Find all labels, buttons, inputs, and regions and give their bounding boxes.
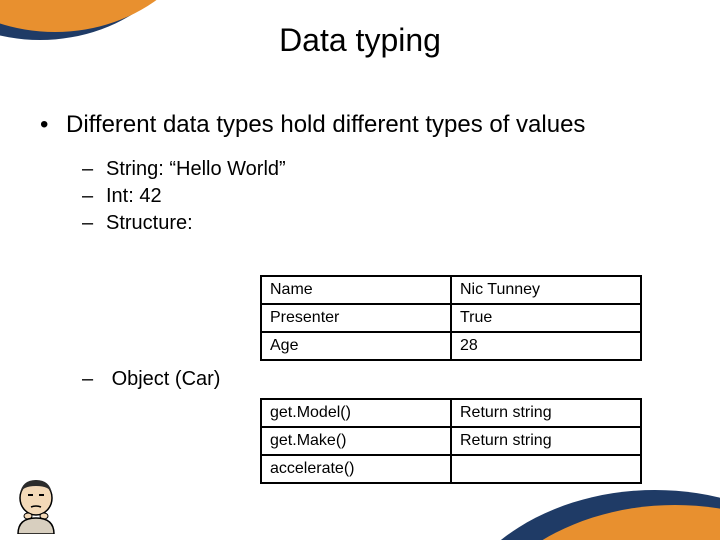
bullet-dot-icon: • xyxy=(40,110,66,140)
structure-table-wrap: Name Nic Tunney Presenter True Age 28 xyxy=(260,275,642,361)
cell: True xyxy=(451,304,641,332)
cell: accelerate() xyxy=(261,455,451,483)
bullet-level2: – Structure: xyxy=(82,210,680,237)
cell: Return string xyxy=(451,427,641,455)
slide-body: • Different data types hold different ty… xyxy=(40,110,680,237)
bullet-level2-object: – Object (Car) xyxy=(82,368,220,391)
table-row: get.Make() Return string xyxy=(261,427,641,455)
bullet-dash-icon: – xyxy=(82,183,106,210)
bullet-text: String: “Hello World” xyxy=(106,156,286,183)
bullet-text: Different data types hold different type… xyxy=(66,110,585,140)
bullet-text: Object (Car) xyxy=(112,368,221,390)
table-row: Name Nic Tunney xyxy=(261,276,641,304)
cell: Nic Tunney xyxy=(451,276,641,304)
bullet-dash-icon: – xyxy=(82,368,106,391)
bullet-text: Structure: xyxy=(106,210,193,237)
object-table: get.Model() Return string get.Make() Ret… xyxy=(260,398,642,484)
cell: Age xyxy=(261,332,451,360)
table-row: accelerate() xyxy=(261,455,641,483)
table-row: Age 28 xyxy=(261,332,641,360)
decor-bottom-right xyxy=(440,480,720,540)
table-row: Presenter True xyxy=(261,304,641,332)
bullet-level1: • Different data types hold different ty… xyxy=(40,110,680,140)
cell: Name xyxy=(261,276,451,304)
bullet-level2: – Int: 42 xyxy=(82,183,680,210)
cell: 28 xyxy=(451,332,641,360)
cell: get.Make() xyxy=(261,427,451,455)
cell: Return string xyxy=(451,399,641,427)
bullet-text: Int: 42 xyxy=(106,183,162,210)
table-row: get.Model() Return string xyxy=(261,399,641,427)
bullet-dash-icon: – xyxy=(82,210,106,237)
avatar-icon xyxy=(10,476,62,534)
bullet-dash-icon: – xyxy=(82,156,106,183)
bullet-level2: – String: “Hello World” xyxy=(82,156,680,183)
cell: get.Model() xyxy=(261,399,451,427)
cell xyxy=(451,455,641,483)
object-table-wrap: get.Model() Return string get.Make() Ret… xyxy=(260,398,642,484)
slide-title: Data typing xyxy=(0,22,720,59)
cell: Presenter xyxy=(261,304,451,332)
structure-table: Name Nic Tunney Presenter True Age 28 xyxy=(260,275,642,361)
slide: Data typing • Different data types hold … xyxy=(0,0,720,540)
